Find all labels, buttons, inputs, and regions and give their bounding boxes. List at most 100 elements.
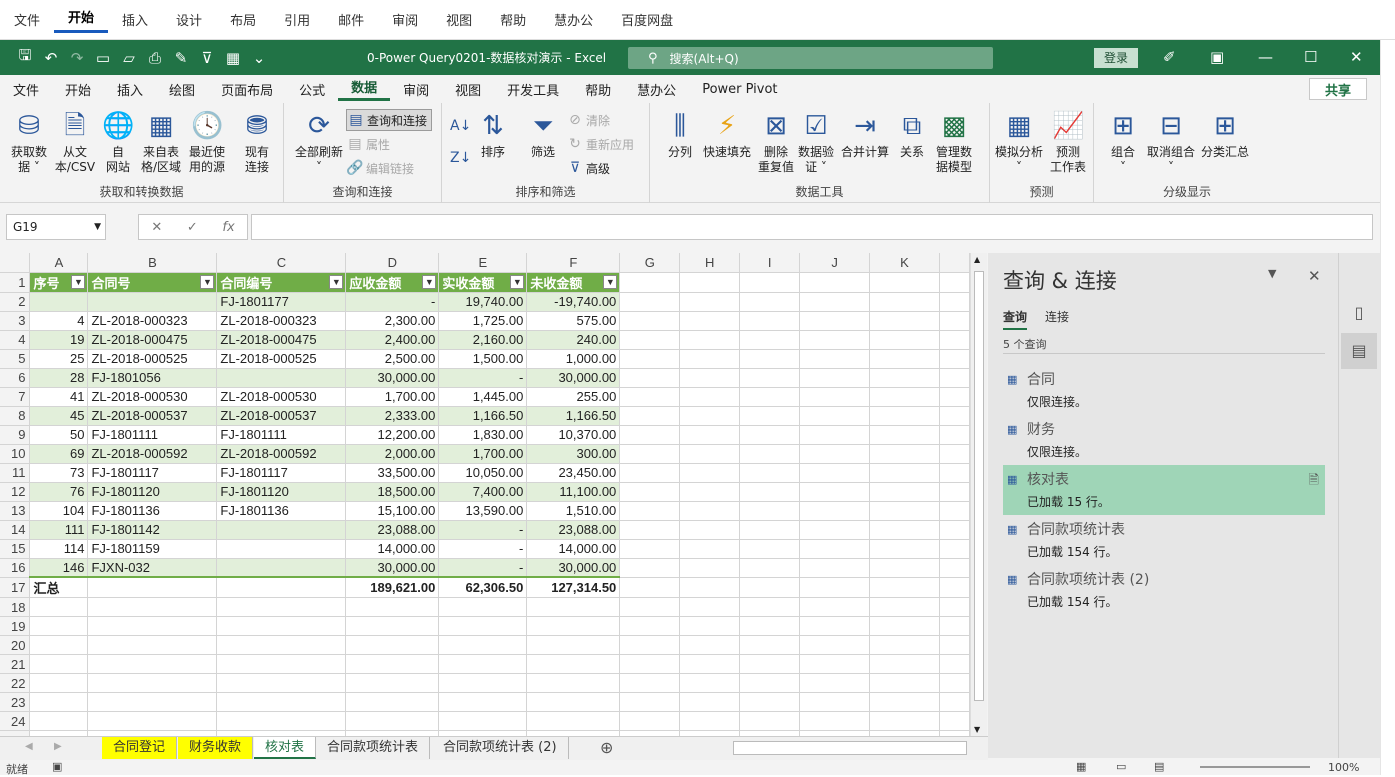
cell[interactable] bbox=[799, 577, 871, 598]
row-header[interactable]: 21 bbox=[0, 654, 31, 674]
from-web-button[interactable]: 🌐 自 网站 bbox=[98, 109, 138, 175]
row-header[interactable]: 24 bbox=[0, 711, 31, 731]
cell[interactable] bbox=[739, 673, 801, 693]
cell[interactable] bbox=[526, 616, 621, 636]
cell[interactable]: ZL-2018-000592 bbox=[87, 444, 218, 464]
cell[interactable] bbox=[799, 558, 871, 578]
what-if-button[interactable]: ▦ 模拟分析 ˅ bbox=[992, 109, 1046, 175]
row-header[interactable]: 19 bbox=[0, 616, 31, 636]
row-header[interactable]: 12 bbox=[0, 482, 31, 502]
cell[interactable]: 10,370.00 bbox=[526, 425, 621, 445]
cell[interactable] bbox=[679, 292, 741, 312]
cell[interactable] bbox=[619, 520, 681, 540]
scroll-right-icon[interactable]: ▶ bbox=[54, 741, 62, 752]
minimize-icon[interactable]: — bbox=[1258, 48, 1273, 66]
cell[interactable]: FJ-1801136 bbox=[216, 501, 347, 521]
zoom-level[interactable]: 100% bbox=[1328, 761, 1359, 774]
maximize-icon[interactable]: ☐ bbox=[1304, 48, 1317, 66]
save-icon[interactable]: 🖫 bbox=[12, 45, 38, 70]
cell[interactable] bbox=[438, 711, 528, 731]
cell[interactable] bbox=[799, 482, 871, 502]
cell[interactable]: FJ-1801117 bbox=[216, 463, 347, 483]
word-tab[interactable]: 审阅 bbox=[378, 10, 432, 29]
cell[interactable] bbox=[869, 406, 940, 426]
cell[interactable] bbox=[87, 635, 218, 655]
cell[interactable]: 146 bbox=[29, 558, 89, 578]
zoom-slider[interactable] bbox=[1200, 766, 1310, 768]
tab-draw[interactable]: 绘图 bbox=[156, 80, 208, 99]
filter-dropdown-icon[interactable]: ▼ bbox=[603, 274, 618, 289]
cell[interactable]: ZL-2018-000525 bbox=[87, 349, 218, 369]
tab-help[interactable]: 帮助 bbox=[572, 80, 624, 99]
cell[interactable]: 13,590.00 bbox=[438, 501, 528, 521]
cell[interactable]: FJ-1801177 bbox=[216, 292, 347, 312]
cell[interactable] bbox=[216, 597, 347, 617]
row-header[interactable]: 13 bbox=[0, 501, 31, 521]
cell[interactable]: 未收金额 ▼ bbox=[526, 272, 621, 293]
cell[interactable] bbox=[619, 635, 681, 655]
cell[interactable] bbox=[869, 311, 940, 331]
cell[interactable]: FJ-1801120 bbox=[87, 482, 218, 502]
cell[interactable] bbox=[345, 692, 440, 712]
cell[interactable] bbox=[799, 692, 871, 712]
advanced-button[interactable]: ⊽ 高级 bbox=[566, 157, 610, 179]
queries-connections-button[interactable]: ▤ 查询和连接 bbox=[346, 109, 433, 131]
filter-dropdown-icon[interactable]: ▼ bbox=[71, 274, 86, 289]
cell[interactable] bbox=[29, 292, 89, 312]
cell[interactable]: 62,306.50 bbox=[438, 576, 528, 598]
cell[interactable] bbox=[739, 272, 801, 293]
cell[interactable]: 2,300.00 bbox=[345, 311, 440, 331]
cell[interactable] bbox=[87, 673, 218, 693]
cell[interactable] bbox=[869, 463, 940, 483]
row-header[interactable]: 7 bbox=[0, 387, 31, 407]
row-header[interactable]: 4 bbox=[0, 330, 31, 350]
tab-page-layout[interactable]: 页面布局 bbox=[208, 80, 286, 99]
cell[interactable] bbox=[739, 444, 801, 464]
subtotal-button[interactable]: ⊞ 分类汇总 bbox=[1198, 109, 1252, 160]
cell[interactable]: 114 bbox=[29, 539, 89, 559]
cell[interactable] bbox=[619, 425, 681, 445]
cell[interactable] bbox=[679, 406, 741, 426]
cell[interactable] bbox=[679, 368, 741, 388]
existing-connections-button[interactable]: ⛃ 现有 连接 bbox=[234, 109, 280, 175]
sheet-tab[interactable]: 合同款项统计表 bbox=[316, 737, 431, 759]
cell[interactable] bbox=[869, 292, 940, 312]
cell[interactable]: FJ-1801056 bbox=[87, 368, 218, 388]
cell[interactable]: 1,830.00 bbox=[438, 425, 528, 445]
ungroup-button[interactable]: ⊟ 取消组合 ˅ bbox=[1144, 109, 1198, 175]
cell[interactable]: 25 bbox=[29, 349, 89, 369]
row-header[interactable]: 18 bbox=[0, 597, 31, 617]
cell[interactable]: 2,400.00 bbox=[345, 330, 440, 350]
sheet-tab[interactable]: 合同款项统计表 (2) bbox=[432, 737, 569, 759]
filter-button[interactable]: ⏷ 筛选 bbox=[526, 109, 560, 160]
login-button[interactable]: 登录 bbox=[1094, 48, 1138, 68]
refresh-all-button[interactable]: ⟳ 全部刷新 ˅ bbox=[290, 109, 348, 175]
cell[interactable]: ZL-2018-000537 bbox=[87, 406, 218, 426]
cell[interactable] bbox=[799, 539, 871, 559]
cell[interactable] bbox=[799, 311, 871, 331]
cell[interactable] bbox=[739, 558, 801, 578]
clear-button[interactable]: ⊘ 清除 bbox=[566, 109, 610, 131]
cell[interactable] bbox=[739, 616, 801, 636]
cell[interactable]: 30,000.00 bbox=[345, 558, 440, 578]
cell[interactable] bbox=[869, 692, 940, 712]
cell[interactable] bbox=[345, 597, 440, 617]
tab-file[interactable]: 文件 bbox=[0, 80, 52, 99]
col-header[interactable]: C bbox=[216, 253, 347, 273]
cell[interactable] bbox=[87, 692, 218, 712]
recent-sources-button[interactable]: 🕓 最近使 用的源 bbox=[184, 109, 230, 175]
cell[interactable]: 19 bbox=[29, 330, 89, 350]
row-header[interactable]: 10 bbox=[0, 444, 31, 464]
redo-icon[interactable]: ↷ bbox=[64, 49, 90, 67]
cell[interactable] bbox=[679, 597, 741, 617]
cell[interactable]: 23,088.00 bbox=[345, 520, 440, 540]
cell[interactable] bbox=[216, 654, 347, 674]
cell[interactable] bbox=[739, 520, 801, 540]
cell[interactable] bbox=[799, 520, 871, 540]
cell[interactable] bbox=[619, 673, 681, 693]
cell[interactable] bbox=[216, 576, 347, 598]
cell[interactable] bbox=[739, 711, 801, 731]
cell[interactable]: 汇总 bbox=[29, 576, 89, 598]
tab-developer[interactable]: 开发工具 bbox=[494, 80, 572, 99]
scroll-left-icon[interactable]: ◀ bbox=[25, 741, 33, 752]
